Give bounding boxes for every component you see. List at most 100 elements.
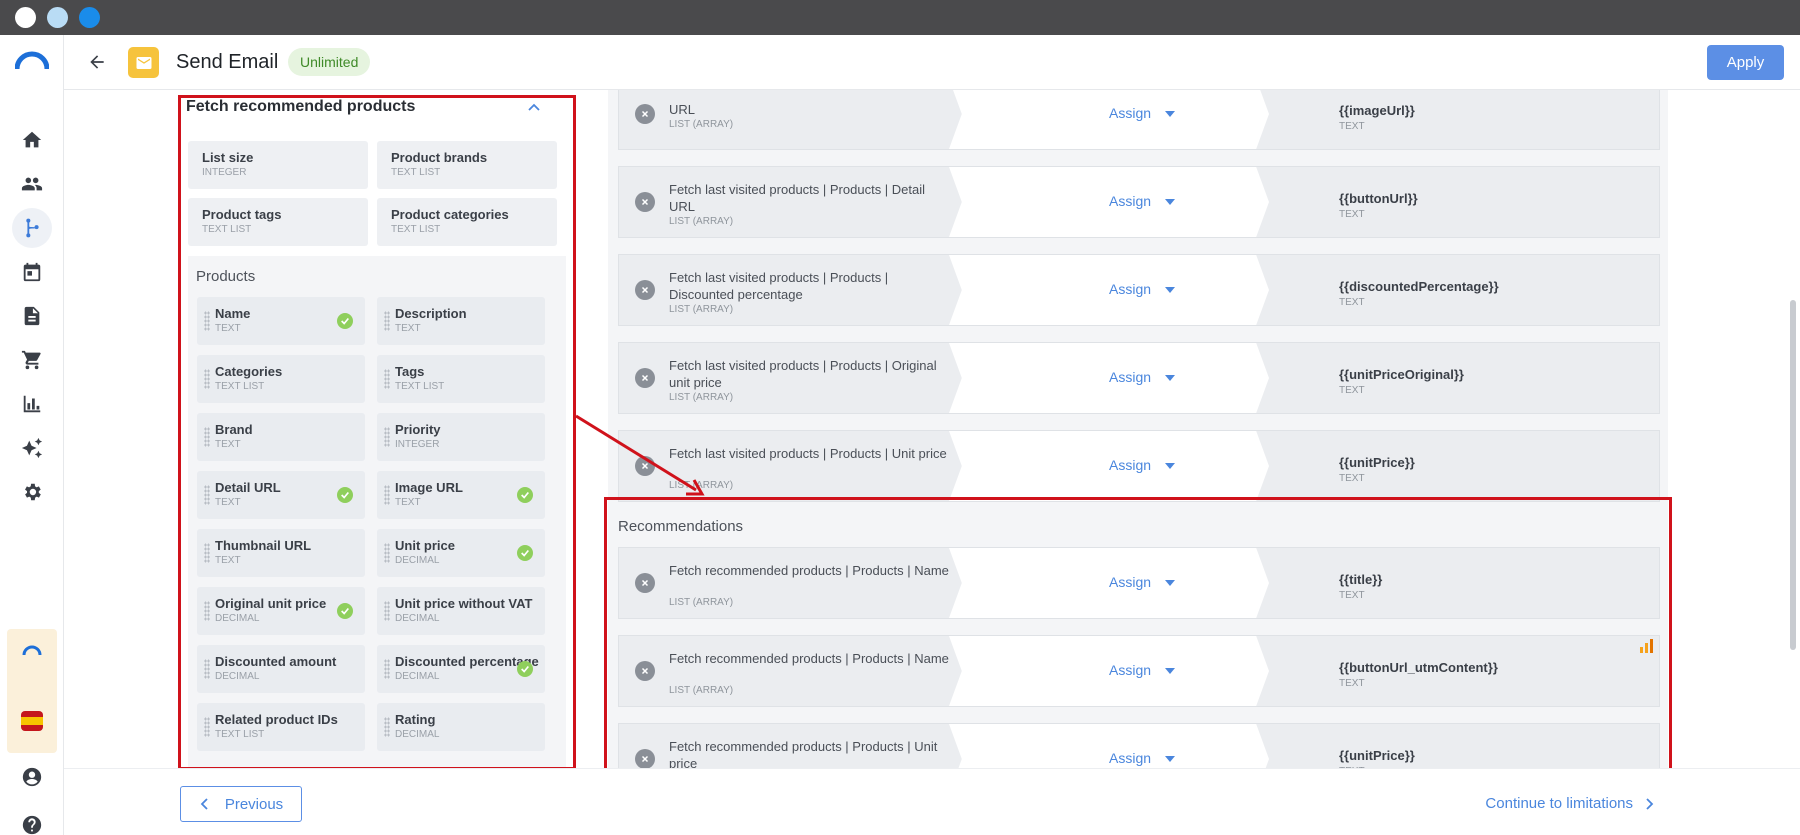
param-card[interactable]: Product brands TEXT LIST bbox=[377, 141, 557, 189]
product-field-card[interactable]: Categories TEXT LIST bbox=[197, 355, 365, 403]
assign-dropdown[interactable]: Assign bbox=[1109, 574, 1151, 590]
source-field: Fetch last visited products | Products |… bbox=[669, 270, 889, 302]
product-field-card[interactable]: Image URL TEXT bbox=[377, 471, 545, 519]
apply-button[interactable]: Apply bbox=[1707, 45, 1784, 80]
remove-icon[interactable] bbox=[635, 573, 655, 593]
window-close-button[interactable] bbox=[15, 7, 36, 28]
people-icon[interactable] bbox=[12, 164, 52, 204]
continue-link[interactable]: Continue to limitations bbox=[1485, 795, 1655, 812]
param-card[interactable]: List size INTEGER bbox=[188, 141, 368, 189]
remove-icon[interactable] bbox=[635, 661, 655, 681]
logo-icon[interactable] bbox=[15, 51, 49, 71]
remove-icon[interactable] bbox=[635, 104, 655, 124]
product-field-card[interactable]: Tags TEXT LIST bbox=[377, 355, 545, 403]
remove-icon[interactable] bbox=[635, 749, 655, 768]
product-field-card[interactable]: Description TEXT bbox=[377, 297, 545, 345]
caret-down-icon[interactable] bbox=[1165, 756, 1175, 762]
cart-icon[interactable] bbox=[12, 340, 52, 380]
target-variable: {{buttonUrl_utmContent}} bbox=[1339, 660, 1498, 675]
drag-handle-icon[interactable] bbox=[384, 543, 390, 563]
product-field-card[interactable]: Rating DECIMAL bbox=[377, 703, 545, 751]
drag-handle-icon[interactable] bbox=[204, 427, 210, 447]
chevron-left-icon bbox=[200, 798, 208, 810]
product-field-card[interactable]: Related product IDs TEXT LIST bbox=[197, 703, 365, 751]
assign-dropdown[interactable]: Assign bbox=[1109, 193, 1151, 209]
product-field-card[interactable]: Discounted percentage DECIMAL bbox=[377, 645, 545, 693]
source-type: LIST (ARRAY) bbox=[669, 597, 734, 608]
product-field-card[interactable]: Thumbnail URL TEXT bbox=[197, 529, 365, 577]
remove-icon[interactable] bbox=[635, 192, 655, 212]
drag-handle-icon[interactable] bbox=[384, 717, 390, 737]
assign-dropdown[interactable]: Assign bbox=[1109, 457, 1151, 473]
drag-handle-icon[interactable] bbox=[204, 543, 210, 563]
product-field-card[interactable]: Discounted amount DECIMAL bbox=[197, 645, 365, 693]
page-header: Send Email Unlimited Apply bbox=[64, 35, 1800, 90]
drag-handle-icon[interactable] bbox=[204, 485, 210, 505]
caret-down-icon[interactable] bbox=[1165, 287, 1175, 293]
product-field-card[interactable]: Detail URL TEXT bbox=[197, 471, 365, 519]
target-variable: {{title}} bbox=[1339, 572, 1383, 587]
assign-dropdown[interactable]: Assign bbox=[1109, 369, 1151, 385]
gear-icon[interactable] bbox=[12, 472, 52, 512]
target-variable: {{unitPrice}} bbox=[1339, 455, 1415, 470]
source-type: LIST (ARRAY) bbox=[669, 119, 734, 130]
drag-handle-icon[interactable] bbox=[204, 659, 210, 679]
caret-down-icon[interactable] bbox=[1165, 668, 1175, 674]
chevron-up-icon[interactable] bbox=[526, 100, 542, 116]
remove-icon[interactable] bbox=[635, 280, 655, 300]
drag-handle-icon[interactable] bbox=[384, 601, 390, 621]
assign-dropdown[interactable]: Assign bbox=[1109, 750, 1151, 766]
target-variable: {{imageUrl}} bbox=[1339, 103, 1415, 118]
remove-icon[interactable] bbox=[635, 368, 655, 388]
back-button[interactable] bbox=[84, 49, 110, 75]
drag-handle-icon[interactable] bbox=[384, 369, 390, 389]
caret-down-icon[interactable] bbox=[1165, 580, 1175, 586]
calendar-icon[interactable] bbox=[12, 252, 52, 292]
param-card[interactable]: Product tags TEXT LIST bbox=[188, 198, 368, 246]
mapping-row: Fetch recommended products | Products | … bbox=[618, 547, 1660, 619]
drag-handle-icon[interactable] bbox=[204, 369, 210, 389]
document-icon[interactable] bbox=[12, 296, 52, 336]
drag-handle-icon[interactable] bbox=[384, 659, 390, 679]
product-field-card[interactable]: Unit price DECIMAL bbox=[377, 529, 545, 577]
caret-down-icon[interactable] bbox=[1165, 375, 1175, 381]
drag-handle-icon[interactable] bbox=[204, 311, 210, 331]
assign-dropdown[interactable]: Assign bbox=[1109, 662, 1151, 678]
product-field-card[interactable]: Unit price without VAT DECIMAL bbox=[377, 587, 545, 635]
mapping-row: Fetch last visited products | Products |… bbox=[618, 254, 1660, 326]
caret-down-icon[interactable] bbox=[1165, 199, 1175, 205]
flow-icon[interactable] bbox=[12, 208, 52, 248]
fetch-recommended-products-panel: Fetch recommended products List size INT… bbox=[180, 90, 574, 768]
param-card[interactable]: Product categories TEXT LIST bbox=[377, 198, 557, 246]
product-field-card[interactable]: Priority INTEGER bbox=[377, 413, 545, 461]
target-type: TEXT bbox=[1339, 121, 1365, 132]
home-icon[interactable] bbox=[12, 120, 52, 160]
drag-handle-icon[interactable] bbox=[204, 601, 210, 621]
source-type: LIST (ARRAY) bbox=[669, 685, 734, 696]
drag-handle-icon[interactable] bbox=[204, 717, 210, 737]
product-field-card[interactable]: Brand TEXT bbox=[197, 413, 365, 461]
drag-handle-icon[interactable] bbox=[384, 311, 390, 331]
product-field-card[interactable]: Name TEXT bbox=[197, 297, 365, 345]
source-field: Fetch recommended products | Products | … bbox=[669, 563, 949, 578]
user-icon[interactable] bbox=[12, 757, 52, 797]
assign-dropdown[interactable]: Assign bbox=[1109, 105, 1151, 121]
window-minimize-button[interactable] bbox=[47, 7, 68, 28]
mapping-row: Fetch last visited products | Products |… bbox=[618, 430, 1660, 502]
sparkle-icon[interactable] bbox=[12, 428, 52, 468]
previous-button[interactable]: Previous bbox=[180, 786, 302, 822]
assign-dropdown[interactable]: Assign bbox=[1109, 281, 1151, 297]
page-footer: Previous Continue to limitations bbox=[64, 768, 1800, 835]
chart-icon[interactable] bbox=[12, 384, 52, 424]
scrollbar[interactable] bbox=[1790, 300, 1796, 650]
help-icon[interactable] bbox=[12, 805, 52, 835]
promo-widget[interactable] bbox=[7, 629, 57, 753]
caret-down-icon[interactable] bbox=[1165, 111, 1175, 117]
page-title: Send Email bbox=[176, 51, 279, 73]
target-type: TEXT bbox=[1339, 473, 1365, 484]
window-maximize-button[interactable] bbox=[79, 7, 100, 28]
product-field-card[interactable]: Original unit price DECIMAL bbox=[197, 587, 365, 635]
caret-down-icon[interactable] bbox=[1165, 463, 1175, 469]
drag-handle-icon[interactable] bbox=[384, 485, 390, 505]
drag-handle-icon[interactable] bbox=[384, 427, 390, 447]
